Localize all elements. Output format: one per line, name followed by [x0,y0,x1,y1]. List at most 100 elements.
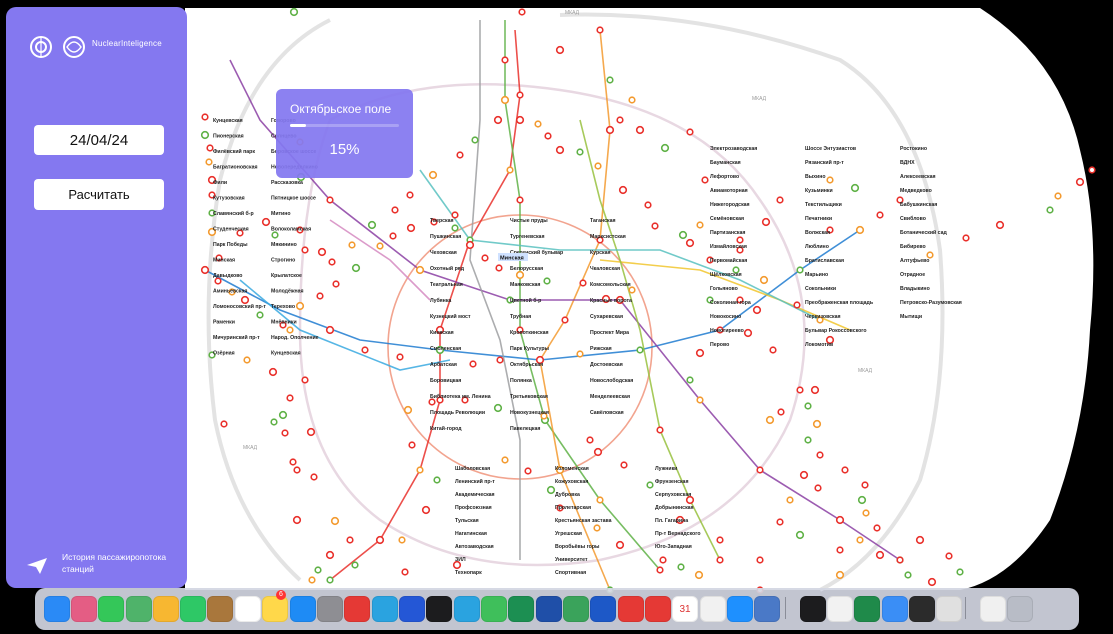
station-label: Багратионовская [213,165,257,171]
station-label: Семёновская [710,216,744,222]
station-dot [271,231,279,239]
vmware-icon[interactable] [618,596,644,622]
station-dot [515,115,525,125]
xcode-icon[interactable] [882,596,908,622]
trash-icon[interactable] [1007,596,1033,622]
station-dot [743,328,753,338]
station-label: Кунцевская [213,118,243,124]
station-label: Свиблово [900,215,926,222]
station-dot [660,143,670,153]
station-dot [308,576,316,584]
history-link[interactable]: История пассажиропотока станций [26,551,186,581]
stealth-icon[interactable] [399,596,425,622]
station-dot [796,386,804,394]
facetime-icon[interactable] [180,596,206,622]
station-label: Кунцевская [271,351,301,357]
github-icon[interactable] [800,596,826,622]
station-label: Шаболовская [455,465,490,472]
station-label: Студенческая [213,227,249,233]
station-label: Достоевская [590,362,623,368]
flow-icon[interactable] [344,596,370,622]
system-settings-icon[interactable] [317,596,343,622]
bitwarden-icon[interactable] [590,596,616,622]
excel-icon[interactable] [854,596,880,622]
station-dot [415,265,425,275]
font-book-icon[interactable] [936,596,962,622]
popup-percent: 15% [329,141,360,158]
messages-icon[interactable] [98,596,124,622]
vpn-icon[interactable] [563,596,589,622]
station-dot [361,346,369,354]
station-dot [876,211,884,219]
station-dot [814,484,822,492]
telegram-icon[interactable] [372,596,398,622]
station-dot [314,566,322,574]
station-label: Владыкино [900,286,930,292]
station-dot [620,461,628,469]
clock-icon[interactable] [426,596,452,622]
datagrip-icon[interactable] [909,596,935,622]
station-dot [695,348,705,358]
station-dot [736,236,744,244]
station-dot [391,206,399,214]
telegram-alt-icon[interactable] [454,596,480,622]
chrome-icon[interactable] [827,596,853,622]
station-label: Спортивная [555,570,586,576]
safari-icon[interactable] [727,596,753,622]
station-label: Пушкинская [430,234,461,240]
finder-icon[interactable] [44,596,70,622]
photos-icon[interactable] [153,596,179,622]
station-dot [555,145,565,155]
station-label: Фили [213,180,227,186]
app-store-icon[interactable] [290,596,316,622]
station-dot [776,518,784,526]
disk-utility-icon[interactable] [980,596,1006,622]
station-dot [506,166,514,174]
station-label: Пятницкое шоссе [271,196,316,202]
station-dot [416,466,424,474]
station-label: Ленинский пр-т [455,478,495,485]
notes-icon[interactable] [262,596,288,622]
station-dot [316,292,324,300]
paypal-icon[interactable] [536,596,562,622]
station-dot [214,277,222,285]
station-dot [915,535,925,545]
station-dot [286,326,294,334]
station-label: Ломоносовский пр-т [213,303,266,310]
station-dot [804,402,812,410]
opera-icon[interactable] [645,596,671,622]
station-label: Библиотека им. Ленина [430,393,491,400]
station-dot [256,311,264,319]
maps-icon[interactable] [126,596,152,622]
freeform-icon[interactable] [700,596,726,622]
station-dot [579,279,587,287]
graph-icon[interactable] [508,596,534,622]
station-label: Авиамоторная [710,188,748,194]
station-dot [795,530,805,540]
station-dot [546,485,556,495]
popup-station-name: Октябрьское поле [290,102,392,116]
notes-brown-icon[interactable] [207,596,233,622]
station-dot [769,346,777,354]
calculate-button[interactable]: Расчитать [34,179,164,210]
station-label: Белорусская [510,266,543,272]
station-dot [376,242,384,250]
date-field[interactable]: 24/04/24 [34,125,164,155]
station-dot [348,241,356,249]
station-dot [306,427,316,437]
keystroke-icon[interactable] [481,596,507,622]
station-label: Митино [271,211,291,217]
station-dot [857,495,867,505]
station-dot [716,556,724,564]
highlighted-station-label: Минская [500,256,524,262]
reminders-icon[interactable] [235,596,261,622]
calendar-icon[interactable]: 31 [672,596,698,622]
station-label: Нижегородская [710,202,750,208]
preview-icon[interactable] [754,596,780,622]
station-label: Смоленская [430,346,461,352]
station-label: Раменки [213,320,235,326]
station-label: Первомайская [710,257,747,264]
station-label: Печатники [805,216,832,222]
launchpad-icon[interactable] [71,596,97,622]
station-dot [756,556,764,564]
